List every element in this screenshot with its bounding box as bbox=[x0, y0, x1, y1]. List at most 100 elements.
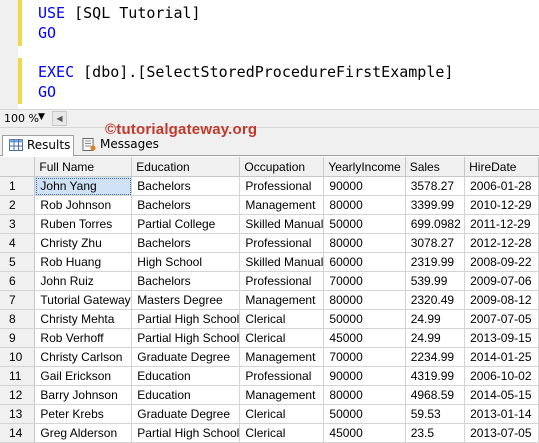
table-cell[interactable]: 3078.27 bbox=[405, 233, 466, 253]
table-cell[interactable]: 80000 bbox=[323, 233, 406, 253]
table-cell[interactable]: 70000 bbox=[323, 347, 406, 367]
table-cell[interactable]: 539.99 bbox=[405, 271, 466, 291]
scroll-left-icon[interactable]: ◀ bbox=[52, 111, 67, 126]
row-number[interactable]: 2 bbox=[0, 195, 36, 215]
table-cell[interactable]: 699.0982 bbox=[405, 214, 466, 234]
table-cell[interactable]: Ruben Torres bbox=[34, 214, 133, 234]
table-cell[interactable]: Tutorial Gateway bbox=[34, 290, 133, 310]
table-cell[interactable]: Professional bbox=[239, 366, 325, 386]
tab-messages[interactable]: Messages bbox=[76, 135, 159, 156]
table-cell[interactable]: Partial High School bbox=[131, 309, 241, 329]
table-cell[interactable]: 2014-05-15 bbox=[464, 385, 539, 405]
table-cell[interactable]: 80000 bbox=[323, 290, 406, 310]
table-cell[interactable]: 2234.99 bbox=[405, 347, 466, 367]
table-cell[interactable]: Clerical bbox=[239, 404, 325, 424]
column-header[interactable]: Sales bbox=[405, 157, 466, 177]
table-cell[interactable]: 2013-09-15 bbox=[464, 328, 539, 348]
table-cell[interactable]: 2010-12-29 bbox=[464, 195, 539, 215]
table-cell[interactable]: Clerical bbox=[239, 423, 325, 443]
column-header[interactable]: Full Name bbox=[34, 157, 133, 177]
table-cell[interactable]: Education bbox=[131, 366, 241, 386]
table-cell[interactable]: 2013-01-14 bbox=[464, 404, 539, 424]
table-cell[interactable]: Education bbox=[131, 385, 241, 405]
table-cell[interactable]: Professional bbox=[239, 271, 325, 291]
table-cell[interactable]: 2008-09-22 bbox=[464, 252, 539, 272]
row-number[interactable]: 3 bbox=[0, 214, 36, 234]
table-cell[interactable]: 2013-07-05 bbox=[464, 423, 539, 443]
table-cell[interactable]: John Yang bbox=[34, 176, 133, 196]
column-header[interactable]: Occupation bbox=[239, 157, 325, 177]
table-cell[interactable]: John Ruiz bbox=[34, 271, 133, 291]
table-cell[interactable]: 2009-08-12 bbox=[464, 290, 539, 310]
table-row[interactable]: 13 Peter Krebs Graduate Degree Clerical 5000… bbox=[0, 404, 539, 424]
table-cell[interactable]: Masters Degree bbox=[131, 290, 241, 310]
table-row[interactable]: 2 Rob Johnson Bachelors Management 80000 3399… bbox=[0, 195, 539, 215]
table-cell[interactable]: 80000 bbox=[323, 385, 406, 405]
table-cell[interactable]: Bachelors bbox=[131, 233, 241, 253]
sql-editor[interactable]: USE [SQL Tutorial] GO EXEC [dbo].[Select… bbox=[0, 0, 539, 109]
row-number[interactable]: 8 bbox=[0, 309, 36, 329]
table-row[interactable]: 11 Gail Erickson Education Professional 9000… bbox=[0, 366, 539, 386]
table-row[interactable]: 6 John Ruiz Bachelors Professional 70000 539.… bbox=[0, 271, 539, 291]
table-cell[interactable]: 60000 bbox=[323, 252, 406, 272]
table-cell[interactable]: 2007-07-05 bbox=[464, 309, 539, 329]
row-number[interactable]: 10 bbox=[0, 347, 36, 367]
table-cell[interactable]: Management bbox=[239, 290, 325, 310]
table-row[interactable]: 12 Barry Johnson Education Management 80000 4… bbox=[0, 385, 539, 405]
table-cell[interactable]: 70000 bbox=[323, 271, 406, 291]
table-row[interactable]: 14 Greg Alderson Partial High School Cleric… bbox=[0, 423, 539, 443]
table-row[interactable]: 1 John Yang Bachelors Professional 90000 3578… bbox=[0, 176, 539, 196]
table-cell[interactable]: Christy Mehta bbox=[34, 309, 133, 329]
table-cell[interactable]: 50000 bbox=[323, 309, 406, 329]
table-cell[interactable]: Management bbox=[239, 385, 325, 405]
table-cell[interactable]: Christy Carlson bbox=[34, 347, 133, 367]
table-cell[interactable]: Peter Krebs bbox=[34, 404, 133, 424]
table-cell[interactable]: 2011-12-29 bbox=[464, 214, 539, 234]
table-cell[interactable]: 2012-12-28 bbox=[464, 233, 539, 253]
zoom-level[interactable]: 100 % bbox=[2, 111, 41, 126]
table-cell[interactable]: Professional bbox=[239, 233, 325, 253]
table-cell[interactable]: 50000 bbox=[323, 214, 406, 234]
row-number[interactable]: 12 bbox=[0, 385, 36, 405]
table-cell[interactable]: 90000 bbox=[323, 176, 406, 196]
table-row[interactable]: 10 Christy Carlson Graduate Degree Manageme… bbox=[0, 347, 539, 367]
table-cell[interactable]: 24.99 bbox=[405, 328, 466, 348]
table-cell[interactable]: 50000 bbox=[323, 404, 406, 424]
table-cell[interactable]: Partial High School bbox=[131, 423, 241, 443]
table-row[interactable]: 3 Ruben Torres Partial College Skilled Manu… bbox=[0, 214, 539, 234]
table-cell[interactable]: 45000 bbox=[323, 328, 406, 348]
table-cell[interactable]: 4319.99 bbox=[405, 366, 466, 386]
table-cell[interactable]: Bachelors bbox=[131, 195, 241, 215]
table-cell[interactable]: Christy Zhu bbox=[34, 233, 133, 253]
table-cell[interactable]: Bachelors bbox=[131, 271, 241, 291]
table-cell[interactable]: Rob Johnson bbox=[34, 195, 133, 215]
table-cell[interactable]: Graduate Degree bbox=[131, 404, 241, 424]
table-cell[interactable]: Gail Erickson bbox=[34, 366, 133, 386]
table-cell[interactable]: Rob Huang bbox=[34, 252, 133, 272]
table-cell[interactable]: 3578.27 bbox=[405, 176, 466, 196]
row-number[interactable]: 11 bbox=[0, 366, 36, 386]
table-row[interactable]: 7 Tutorial Gateway Masters Degree Managemen… bbox=[0, 290, 539, 310]
table-cell[interactable]: 45000 bbox=[323, 423, 406, 443]
table-cell[interactable]: 2319.99 bbox=[405, 252, 466, 272]
table-cell[interactable]: Clerical bbox=[239, 328, 325, 348]
row-number[interactable]: 1 bbox=[0, 176, 36, 196]
table-cell[interactable]: 2006-10-02 bbox=[464, 366, 539, 386]
row-header-corner[interactable] bbox=[0, 157, 36, 177]
table-cell[interactable]: Barry Johnson bbox=[34, 385, 133, 405]
table-cell[interactable]: 2009-07-06 bbox=[464, 271, 539, 291]
table-row[interactable]: 5 Rob Huang High School Skilled Manual 60000… bbox=[0, 252, 539, 272]
table-cell[interactable]: Skilled Manual bbox=[239, 252, 325, 272]
table-cell[interactable]: Management bbox=[239, 347, 325, 367]
results-grid[interactable]: Full Name Education Occupation YearlyIncome… bbox=[0, 157, 539, 443]
table-row[interactable]: 9 Rob Verhoff Partial High School Clerical 4… bbox=[0, 328, 539, 348]
table-cell[interactable]: 23.5 bbox=[405, 423, 466, 443]
table-cell[interactable]: 2320.49 bbox=[405, 290, 466, 310]
row-number[interactable]: 7 bbox=[0, 290, 36, 310]
table-cell[interactable]: Partial College bbox=[131, 214, 241, 234]
row-number[interactable]: 6 bbox=[0, 271, 36, 291]
row-number[interactable]: 14 bbox=[0, 423, 36, 443]
table-cell[interactable]: Management bbox=[239, 195, 325, 215]
table-row[interactable]: 8 Christy Mehta Partial High School Clerica… bbox=[0, 309, 539, 329]
chevron-down-icon[interactable]: ▼ bbox=[38, 112, 45, 122]
